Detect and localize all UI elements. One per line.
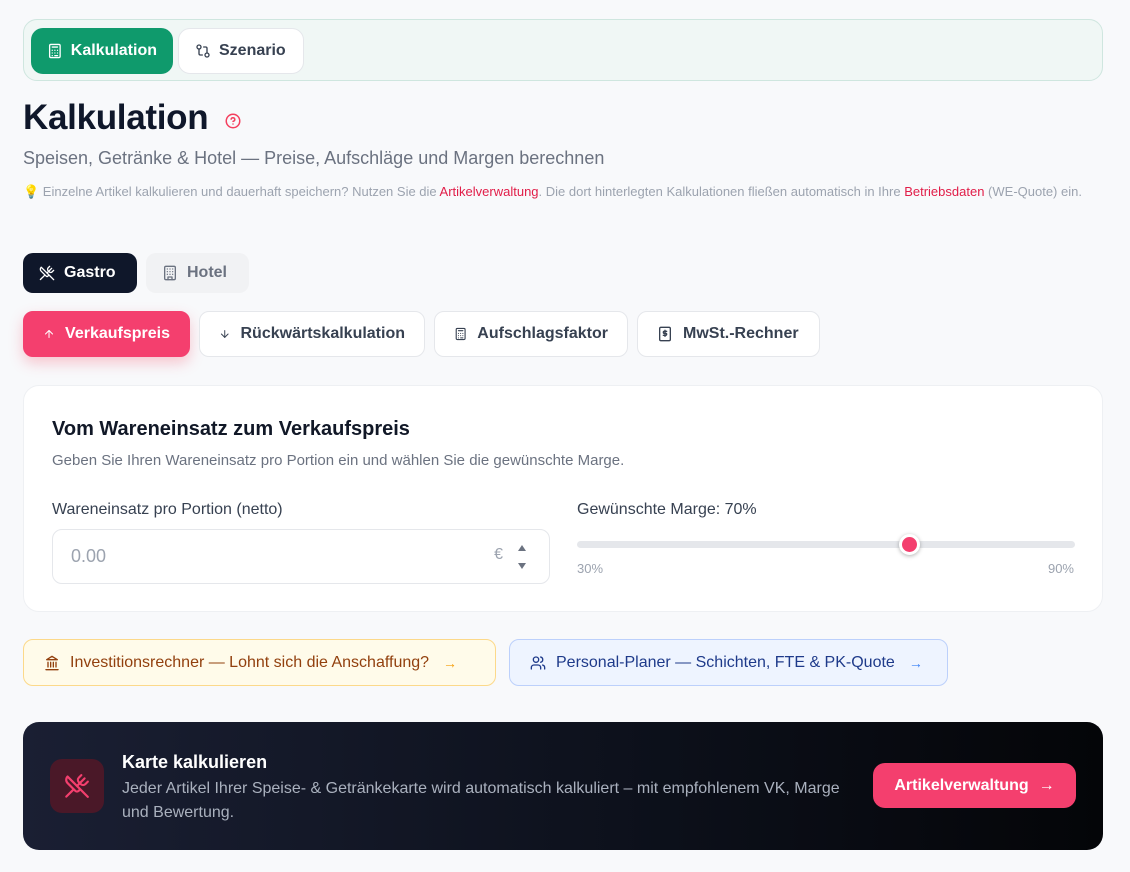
- hint-prefix: 💡 Einzelne Artikel kalkulieren und dauer…: [23, 184, 440, 199]
- wareneinsatz-field: €: [52, 529, 550, 584]
- mode-hotel[interactable]: Hotel: [146, 253, 249, 293]
- artikelverwaltung-button-label: Artikelverwaltung: [894, 776, 1029, 794]
- page-subtitle: Speisen, Getränke & Hotel — Preise, Aufs…: [23, 148, 605, 168]
- spin-up-icon[interactable]: [518, 545, 526, 551]
- artikelverwaltung-link[interactable]: Artikelverwaltung: [440, 184, 539, 199]
- banner-title: Karte kalkulieren: [122, 752, 268, 772]
- arrow-right-icon: →: [908, 654, 923, 671]
- betriebsdaten-link[interactable]: Betriebsdaten: [904, 184, 984, 199]
- banner-text: Jeder Artikel Ihrer Speise- & Getränkeka…: [122, 780, 840, 821]
- slider-max-label: 90%: [1047, 561, 1074, 576]
- arrow-right-icon: →: [443, 654, 458, 671]
- help-circle-icon[interactable]: [224, 112, 242, 130]
- slider-min-label: 30%: [577, 561, 604, 576]
- mode-gastro[interactable]: Gastro: [23, 253, 137, 293]
- calculator-icon: [48, 43, 61, 59]
- users-icon: [530, 655, 546, 670]
- karte-banner: Karte kalkulieren Jeder Artikel Ihrer Sp…: [23, 722, 1103, 850]
- page-title: Kalkulation: [23, 98, 209, 137]
- banner-icon-box: [50, 759, 104, 813]
- tab-aufschlagsfaktor[interactable]: Aufschlagsfaktor: [434, 311, 628, 357]
- git-compare-icon: [196, 44, 210, 58]
- tab-kalkulation-label: Kalkulation: [70, 42, 157, 59]
- spin-down-icon[interactable]: [518, 563, 526, 569]
- utensils-crossed-icon: [65, 774, 89, 798]
- title-row: Kalkulation: [23, 98, 242, 138]
- hint-suffix: (WE-Quote) ein.: [984, 184, 1082, 199]
- tab-mwst-rechner[interactable]: MwSt.-Rechner: [637, 311, 820, 357]
- investitionsrechner-label: Investitionsrechner — Lohnt sich die Ans…: [70, 653, 430, 671]
- card-title: Vom Wareneinsatz zum Verkaufspreis: [52, 418, 410, 440]
- tab-szenario-label: Szenario: [219, 42, 286, 59]
- tab-rueckwaertskalkulation-label: Rückwärtskalkulation: [240, 325, 406, 342]
- calculator-icon: [455, 327, 466, 341]
- tab-mwst-rechner-label: MwSt.-Rechner: [683, 325, 799, 342]
- currency-label: €: [494, 546, 503, 563]
- personal-planer-label: Personal-Planer — Schichten, FTE & PK-Qu…: [556, 653, 895, 671]
- hint-text: 💡 Einzelne Artikel kalkulieren und dauer…: [23, 182, 1098, 201]
- tab-verkaufspreis-label: Verkaufspreis: [65, 325, 170, 342]
- arrow-up-icon: [45, 329, 54, 339]
- arrow-down-icon: [220, 330, 229, 338]
- investitionsrechner-link[interactable]: Investitionsrechner — Lohnt sich die Ans…: [23, 639, 496, 686]
- mode-gastro-label: Gastro: [64, 264, 116, 281]
- receipt-icon: [659, 326, 671, 342]
- artikelverwaltung-button[interactable]: Artikelverwaltung →: [873, 763, 1076, 808]
- mode-hotel-label: Hotel: [187, 264, 227, 281]
- number-spinner[interactable]: [517, 545, 527, 569]
- landmark-icon: [45, 655, 59, 670]
- tab-aufschlagsfaktor-label: Aufschlagsfaktor: [477, 325, 608, 342]
- tab-kalkulation[interactable]: Kalkulation: [31, 28, 173, 74]
- calculation-card: Vom Wareneinsatz zum Verkaufspreis Geben…: [23, 385, 1103, 612]
- tab-verkaufspreis[interactable]: Verkaufspreis: [23, 311, 190, 357]
- building-icon: [164, 265, 176, 281]
- marge-label: Gewünschte Marge: 70%: [577, 501, 757, 518]
- tab-szenario[interactable]: Szenario: [178, 28, 304, 74]
- marge-slider[interactable]: [577, 534, 1075, 555]
- arrow-right-icon: →: [1038, 776, 1055, 794]
- marge-slider-thumb[interactable]: [899, 534, 920, 555]
- wareneinsatz-input[interactable]: [71, 530, 471, 583]
- tab-rueckwaertskalkulation[interactable]: Rückwärtskalkulation: [199, 311, 425, 357]
- card-description: Geben Sie Ihren Wareneinsatz pro Portion…: [52, 452, 625, 469]
- personal-planer-link[interactable]: Personal-Planer — Schichten, FTE & PK-Qu…: [509, 639, 948, 686]
- hint-middle: . Die dort hinterlegten Kalkulationen fl…: [538, 184, 905, 199]
- utensils-crossed-icon: [39, 265, 55, 281]
- wareneinsatz-label: Wareneinsatz pro Portion (netto): [52, 501, 283, 518]
- top-tab-bar: Kalkulation Szenario: [23, 19, 1103, 81]
